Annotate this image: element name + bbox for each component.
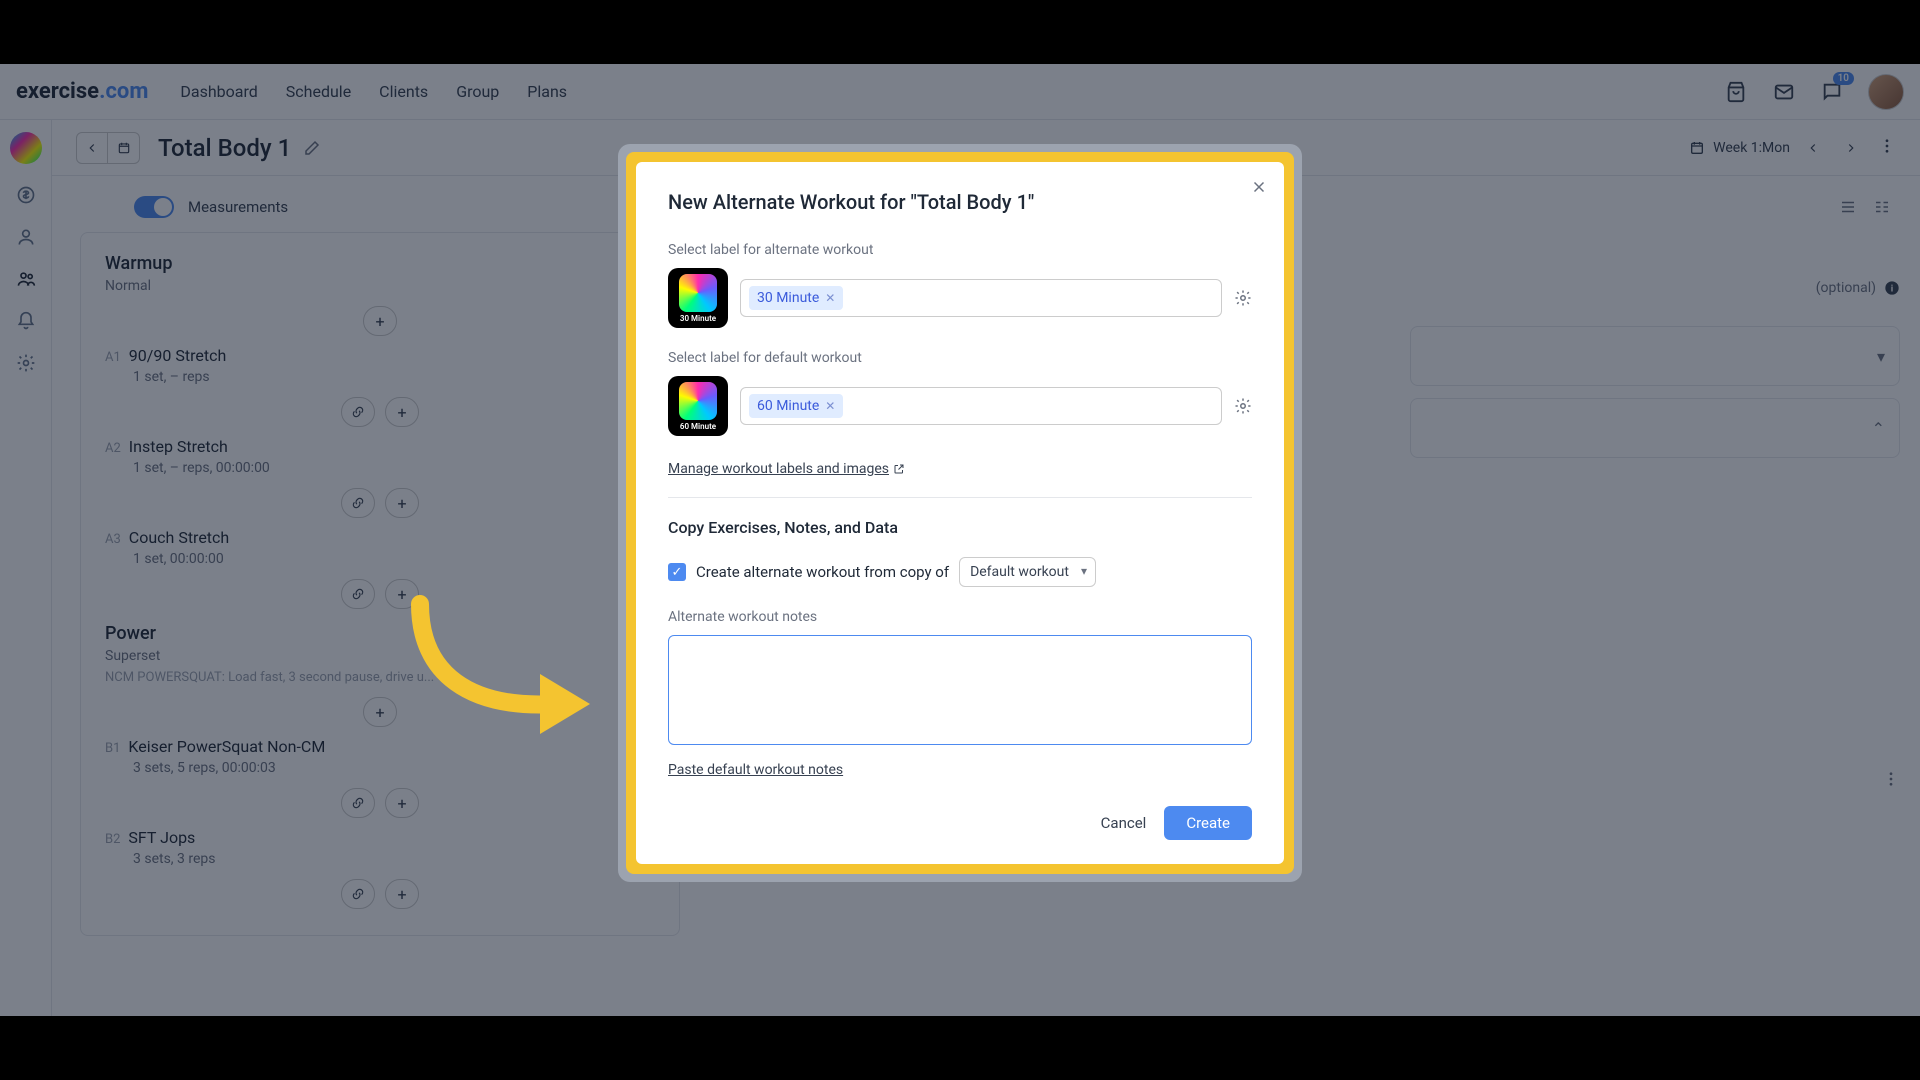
copy-source-select[interactable]: Default workout [959,557,1096,587]
default-thumbnail[interactable]: 60 Minute [668,376,728,436]
alt-label-gear-icon[interactable] [1234,289,1252,307]
default-label-input[interactable]: 60 Minute ✕ [740,387,1222,425]
app-window: exercise.com Dashboard Schedule Clients … [0,64,1920,1016]
paste-notes-link[interactable]: Paste default workout notes [668,762,843,778]
alt-label-chip[interactable]: 30 Minute ✕ [749,286,843,310]
modal-title: New Alternate Workout for "Total Body 1" [668,190,1252,214]
alt-thumbnail[interactable]: 30 Minute [668,268,728,328]
close-icon[interactable] [1248,176,1270,198]
copy-checkbox[interactable]: ✓ [668,563,686,581]
copy-section-heading: Copy Exercises, Notes, and Data [668,518,1252,537]
alt-chip-remove-icon[interactable]: ✕ [825,291,835,305]
copy-checkbox-label: Create alternate workout from copy of [696,563,949,581]
create-button[interactable]: Create [1164,806,1252,840]
default-label-chip[interactable]: 60 Minute ✕ [749,394,843,418]
alt-label-chip-text: 30 Minute [757,290,819,306]
default-label-heading: Select label for default workout [668,350,1252,366]
manage-labels-link[interactable]: Manage workout labels and images [668,461,905,477]
default-thumbnail-text: 60 Minute [680,422,716,431]
notes-textarea[interactable] [668,635,1252,745]
default-label-chip-text: 60 Minute [757,398,819,414]
default-chip-remove-icon[interactable]: ✕ [825,399,835,413]
modal: New Alternate Workout for "Total Body 1"… [618,144,1302,882]
default-label-gear-icon[interactable] [1234,397,1252,415]
external-link-icon [893,463,905,475]
alt-label-input[interactable]: 30 Minute ✕ [740,279,1222,317]
alt-thumbnail-text: 30 Minute [680,314,716,323]
notes-label: Alternate workout notes [668,609,1252,625]
cancel-button[interactable]: Cancel [1101,814,1147,832]
alt-label-heading: Select label for alternate workout [668,242,1252,258]
